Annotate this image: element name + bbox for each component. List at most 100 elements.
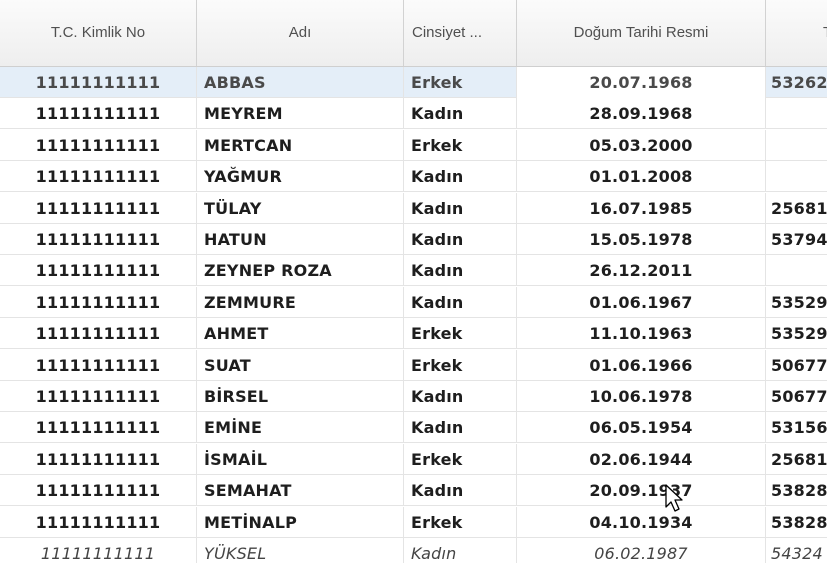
cell-name[interactable]: HATUN [197, 224, 404, 255]
cell-sex[interactable]: Erkek [404, 318, 517, 350]
cell-dob[interactable]: 05.03.2000 [517, 129, 766, 161]
cell-name[interactable]: EMİNE [197, 412, 404, 444]
table-row[interactable]: 11111111111 MERTCAN Erkek 05.03.2000 [0, 129, 827, 161]
cell-tc[interactable]: 11111111111 [0, 381, 197, 412]
cell-sex[interactable]: Kadın [404, 381, 517, 412]
cell-sex[interactable]: Erkek [404, 443, 517, 475]
cell-dob[interactable]: 04.10.1934 [517, 506, 766, 538]
cell-name[interactable]: YÜKSEL [197, 538, 404, 563]
cell-name[interactable]: BİRSEL [197, 381, 404, 412]
cell-phone[interactable]: 53529 [766, 287, 827, 318]
table-row[interactable]: 11111111111 HATUN Kadın 15.05.1978 53794 [0, 224, 827, 255]
table-row[interactable]: 11111111111 EMİNE Kadın 06.05.1954 53156 [0, 412, 827, 444]
cell-dob[interactable]: 01.06.1966 [517, 349, 766, 381]
cell-tc[interactable]: 11111111111 [0, 67, 197, 98]
cell-name[interactable]: MEYREM [197, 98, 404, 130]
cell-name[interactable]: YAĞMUR [197, 161, 404, 193]
cell-name[interactable]: AHMET [197, 318, 404, 350]
cell-name[interactable]: ABBAS [197, 67, 404, 98]
cell-phone[interactable]: 50677 [766, 350, 827, 381]
cell-name[interactable]: SEMAHAT [197, 475, 404, 507]
cell-phone[interactable]: 53828 [766, 507, 827, 538]
column-header-phone[interactable]: T [766, 0, 827, 66]
cell-name[interactable]: METİNALP [197, 506, 404, 538]
cell-tc[interactable]: 11111111111 [0, 443, 197, 475]
cell-dob[interactable]: 06.02.1987 [517, 538, 766, 563]
cell-tc[interactable]: 11111111111 [0, 286, 197, 318]
cell-sex[interactable]: Kadın [404, 224, 517, 255]
cell-name[interactable]: ZEMMURE [197, 286, 404, 318]
cell-sex[interactable]: Kadın [404, 255, 517, 287]
table-row[interactable]: 11111111111 TÜLAY Kadın 16.07.1985 25681 [0, 192, 827, 224]
table-row[interactable]: 11111111111 AHMET Erkek 11.10.1963 53529 [0, 318, 827, 350]
cell-tc[interactable]: 11111111111 [0, 412, 197, 444]
column-header-sex[interactable]: Cinsiyet ... [404, 0, 517, 66]
table-row[interactable]: 11111111111 YAĞMUR Kadın 01.01.2008 [0, 161, 827, 193]
cell-sex[interactable]: Kadın [404, 192, 517, 224]
cell-name[interactable]: SUAT [197, 349, 404, 381]
cell-phone[interactable]: 53828 [766, 475, 827, 506]
cell-phone[interactable]: 25681 [766, 444, 827, 475]
cell-tc[interactable]: 11111111111 [0, 129, 197, 161]
cell-sex[interactable]: Erkek [404, 349, 517, 381]
cell-tc[interactable]: 11111111111 [0, 98, 197, 130]
cell-phone[interactable]: 53262 [766, 67, 827, 98]
cell-sex[interactable]: Kadın [404, 98, 517, 130]
cell-phone[interactable]: 53156 [766, 412, 827, 443]
column-header-name[interactable]: Adı [197, 0, 404, 66]
table-row[interactable]: 11111111111 İSMAİL Erkek 02.06.1944 25681 [0, 443, 827, 475]
table-row[interactable]: 11111111111 ZEYNEP ROZA Kadın 26.12.2011 [0, 255, 827, 287]
patient-grid[interactable]: T.C. Kimlik No Adı Cinsiyet ... Doğum Ta… [0, 0, 827, 563]
cell-phone[interactable] [766, 161, 827, 192]
cell-dob[interactable]: 11.10.1963 [517, 318, 766, 350]
cell-tc[interactable]: 11111111111 [0, 224, 197, 255]
cell-sex[interactable]: Kadın [404, 475, 517, 507]
cell-name[interactable]: TÜLAY [197, 192, 404, 224]
cell-tc[interactable]: 11111111111 [0, 318, 197, 350]
cell-dob[interactable]: 28.09.1968 [517, 98, 766, 130]
cell-dob[interactable]: 06.05.1954 [517, 412, 766, 444]
cell-tc[interactable]: 11111111111 [0, 255, 197, 287]
cell-tc[interactable]: 11111111111 [0, 161, 197, 193]
cell-sex[interactable]: Kadın [404, 161, 517, 193]
cell-phone[interactable] [766, 98, 827, 129]
cell-tc[interactable]: 11111111111 [0, 192, 197, 224]
cell-sex[interactable]: Erkek [404, 67, 517, 98]
table-row[interactable]: 11111111111 SEMAHAT Kadın 20.09.1937 53828 [0, 475, 827, 507]
cell-tc[interactable]: 11111111111 [0, 475, 197, 507]
cell-sex[interactable]: Kadın [404, 412, 517, 444]
cell-sex[interactable]: Kadın [404, 286, 517, 318]
cell-dob[interactable]: 01.06.1967 [517, 286, 766, 318]
cell-dob[interactable]: 02.06.1944 [517, 443, 766, 475]
cell-dob[interactable]: 01.01.2008 [517, 161, 766, 193]
cell-dob[interactable]: 20.09.1937 [517, 475, 766, 507]
table-row[interactable]: 11111111111 ZEMMURE Kadın 01.06.1967 53529 [0, 286, 827, 318]
cell-phone[interactable]: 54324 [766, 538, 827, 563]
column-header-tc[interactable]: T.C. Kimlik No [0, 0, 197, 66]
table-row[interactable]: 11111111111 YÜKSEL Kadın 06.02.1987 54324 [0, 538, 827, 563]
cell-phone[interactable]: 25681 [766, 193, 827, 224]
cell-name[interactable]: ZEYNEP ROZA [197, 255, 404, 287]
table-row[interactable]: 11111111111 ABBAS Erkek 20.07.1968 53262 [0, 67, 827, 98]
cell-dob[interactable]: 26.12.2011 [517, 255, 766, 287]
cell-dob[interactable]: 16.07.1985 [517, 192, 766, 224]
table-row[interactable]: 11111111111 METİNALP Erkek 04.10.1934 53828 [0, 506, 827, 538]
cell-sex[interactable]: Erkek [404, 506, 517, 538]
cell-phone[interactable] [766, 255, 827, 286]
cell-dob[interactable]: 20.07.1968 [517, 67, 766, 98]
cell-phone[interactable]: 53529 [766, 318, 827, 349]
column-header-dob[interactable]: Doğum Tarihi Resmi [517, 0, 766, 66]
table-row[interactable]: 11111111111 MEYREM Kadın 28.09.1968 [0, 98, 827, 130]
cell-tc[interactable]: 11111111111 [0, 506, 197, 538]
cell-dob[interactable]: 10.06.1978 [517, 381, 766, 412]
cell-phone[interactable] [766, 130, 827, 161]
cell-sex[interactable]: Erkek [404, 129, 517, 161]
cell-sex[interactable]: Kadın [404, 538, 517, 563]
cell-tc[interactable]: 11111111111 [0, 349, 197, 381]
cell-tc[interactable]: 11111111111 [0, 538, 197, 563]
cell-phone[interactable]: 53794 [766, 224, 827, 255]
cell-name[interactable]: MERTCAN [197, 129, 404, 161]
cell-phone[interactable]: 50677 [766, 381, 827, 412]
cell-name[interactable]: İSMAİL [197, 443, 404, 475]
table-row[interactable]: 11111111111 SUAT Erkek 01.06.1966 50677 [0, 349, 827, 381]
